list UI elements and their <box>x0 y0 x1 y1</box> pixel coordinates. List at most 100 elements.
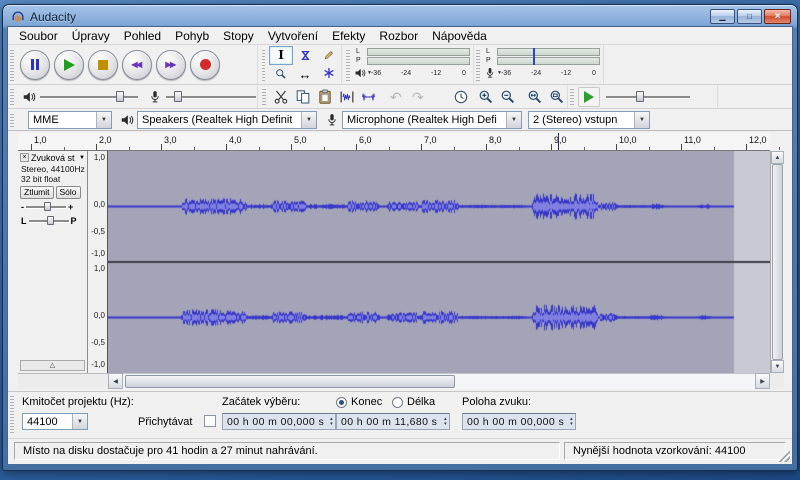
host-select[interactable]: MME ▼ <box>28 111 112 129</box>
spinner[interactable]: ▴▾ <box>570 417 573 427</box>
playback-meter-grip[interactable] <box>346 48 350 81</box>
stop-button[interactable] <box>88 50 118 80</box>
fit-selection-button[interactable] <box>524 86 545 108</box>
device-toolbar: MME ▼ Speakers (Realtek High Definit ▼ M… <box>8 109 792 131</box>
selection-end-radio[interactable] <box>336 397 347 408</box>
minimize-button[interactable]: ▁ <box>710 9 735 24</box>
slider-thumb[interactable] <box>174 91 182 102</box>
silence-button[interactable] <box>358 86 379 108</box>
slider-thumb[interactable] <box>116 91 124 102</box>
track-close-button[interactable]: × <box>20 153 29 162</box>
cut-button[interactable] <box>271 86 292 108</box>
pause-button[interactable] <box>20 50 50 80</box>
play-at-speed-grip[interactable] <box>570 88 574 105</box>
recording-volume-slider[interactable] <box>166 90 256 104</box>
record-button[interactable] <box>190 50 220 80</box>
paste-button[interactable] <box>315 86 336 108</box>
client-area: Soubor Úpravy Pohled Pohyb Stopy Vytvoře… <box>7 26 793 463</box>
playback-speed-slider[interactable] <box>606 90 690 104</box>
menu-item-file[interactable]: Soubor <box>12 28 65 44</box>
speaker-icon <box>354 67 366 79</box>
horizontal-scrollbar[interactable]: ◀ ▶ <box>18 373 784 389</box>
scroll-down-button[interactable]: ▼ <box>771 360 784 373</box>
solo-button[interactable]: Sólo <box>56 186 81 199</box>
zoom-tool-button[interactable] <box>269 65 293 84</box>
selection-end-field[interactable]: 00 h 00 m 11,680 s ▴▾ <box>336 413 450 430</box>
playhead-marker <box>558 133 559 150</box>
scroll-left-button[interactable]: ◀ <box>108 373 123 389</box>
playback-meter[interactable]: L P ▼ -36 -24 -12 0 <box>354 47 473 83</box>
menu-item-edit[interactable]: Úpravy <box>65 28 117 44</box>
waveform-area[interactable] <box>108 151 770 373</box>
scroll-up-button[interactable]: ▲ <box>771 151 784 164</box>
gain-slider[interactable] <box>26 201 66 213</box>
waveform-display[interactable] <box>108 151 770 373</box>
recording-channels-select[interactable]: 2 (Stereo) vstupn ▼ <box>528 111 650 129</box>
pan-left-label: L <box>21 216 27 226</box>
v-scrollbar-thumb[interactable] <box>772 164 783 360</box>
trim-button[interactable] <box>336 86 357 108</box>
menu-item-effect[interactable]: Efekty <box>325 28 372 44</box>
selection-tool-button[interactable]: I <box>269 46 293 65</box>
selection-start-field[interactable]: 00 h 00 m 00,000 s ▴▾ <box>222 413 336 430</box>
skip-to-start-button[interactable]: ◀◀ <box>122 50 152 80</box>
menu-item-view[interactable]: Pohled <box>117 28 168 44</box>
maximize-button[interactable]: □ <box>737 9 762 24</box>
h-scrollbar-thumb[interactable] <box>125 375 455 388</box>
redo-button[interactable]: ↷ <box>407 86 428 108</box>
menu-item-generate[interactable]: Vytvoření <box>261 28 325 44</box>
audio-position-field[interactable]: 00 h 00 m 00,000 s ▴▾ <box>462 413 576 430</box>
selection-length-radio[interactable] <box>392 397 403 408</box>
envelope-tool-button[interactable]: ⋈ <box>293 46 317 65</box>
undo-button[interactable]: ↶ <box>385 86 406 108</box>
play-button[interactable] <box>54 50 84 80</box>
spinner[interactable]: ▴▾ <box>330 417 333 427</box>
vertical-scrollbar[interactable]: ▲ ▼ <box>770 151 784 373</box>
selection-toolbar-grip[interactable] <box>10 396 14 433</box>
device-toolbar-inner: MME ▼ Speakers (Realtek High Definit ▼ M… <box>8 109 668 130</box>
track-collapse-button[interactable]: △ <box>20 360 85 371</box>
edit-toolbar-grip[interactable] <box>262 88 266 105</box>
draw-tool-button[interactable] <box>317 46 341 65</box>
mixer-toolbar-grip[interactable] <box>10 88 14 105</box>
zoom-out-button[interactable] <box>497 86 518 108</box>
skip-to-end-button[interactable]: ▶▶ <box>156 50 186 80</box>
track-menu-button[interactable]: ▼ <box>79 155 85 161</box>
timeline-ruler[interactable]: 1,02,03,04,05,06,07,08,09,010,011,012,0 <box>18 133 770 151</box>
spinner[interactable]: ▴▾ <box>444 417 447 427</box>
amplitude-label: 0,0 <box>94 311 105 320</box>
copy-button[interactable] <box>293 86 314 108</box>
pan-slider[interactable] <box>29 215 69 227</box>
zoom-in-button[interactable] <box>475 86 496 108</box>
recording-meter-grip[interactable] <box>476 48 480 81</box>
snap-checkbox[interactable] <box>204 415 216 427</box>
playback-volume-slider[interactable] <box>40 90 138 104</box>
menu-item-tracks[interactable]: Stopy <box>216 28 261 44</box>
playback-device-select[interactable]: Speakers (Realtek High Definit ▼ <box>137 111 317 129</box>
track-control-panel: × Zvuková st ▼ Stereo, 44100Hz 32 bit fl… <box>18 151 88 373</box>
slider-thumb[interactable] <box>636 91 644 102</box>
fit-project-button[interactable] <box>546 86 567 108</box>
transport-toolbar-grip[interactable] <box>10 48 14 81</box>
menu-item-help[interactable]: Nápověda <box>425 28 494 44</box>
close-button[interactable]: × <box>764 9 791 24</box>
tools-toolbar-grip[interactable] <box>262 48 265 81</box>
device-toolbar-grip[interactable] <box>10 112 14 127</box>
recording-device-select[interactable]: Microphone (Realtek High Defi ▼ <box>342 111 522 129</box>
sync-lock-button[interactable] <box>450 86 471 108</box>
envelope-icon: ⋈ <box>299 50 312 61</box>
timeshift-tool-button[interactable]: ↔ <box>293 65 317 84</box>
slider-thumb[interactable] <box>44 202 51 211</box>
multi-tool-button[interactable]: ∗ <box>317 65 341 84</box>
tools-grid: I ⋈ ↔ ∗ <box>269 46 341 84</box>
menu-item-transport[interactable]: Pohyb <box>168 28 216 44</box>
mute-button[interactable]: Ztlumit <box>20 186 54 199</box>
slider-thumb[interactable] <box>47 216 54 225</box>
title-bar[interactable]: Audacity ▁ □ × <box>7 5 793 26</box>
recording-meter[interactable]: L P ▼ -36 -24 -12 0 <box>484 47 603 83</box>
h-scrollbar-track[interactable] <box>123 373 755 389</box>
menu-item-analyze[interactable]: Rozbor <box>372 28 425 44</box>
play-at-speed-button[interactable] <box>578 87 600 107</box>
project-rate-select[interactable]: 44100 ▼ <box>22 413 88 430</box>
scroll-right-button[interactable]: ▶ <box>755 373 770 389</box>
